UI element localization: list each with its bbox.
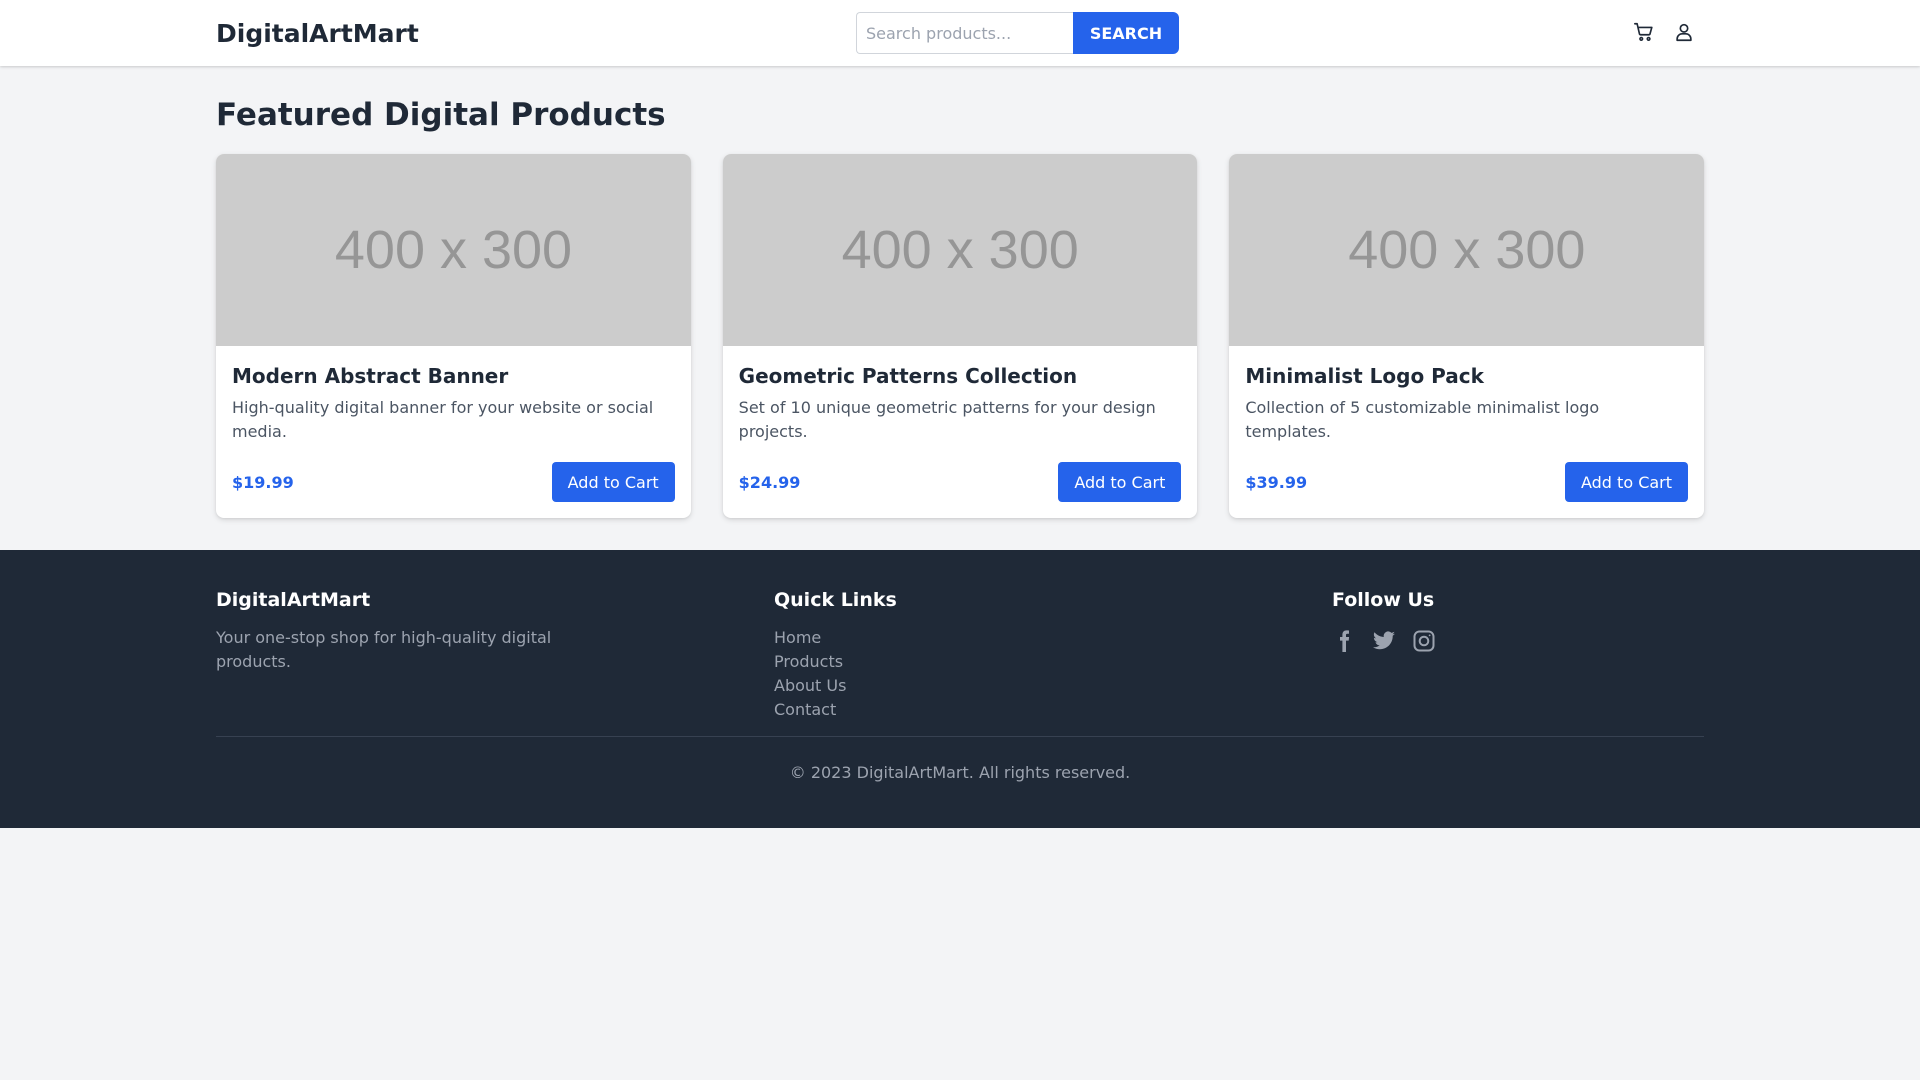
- product-card: 400 x 300 Modern Abstract Banner High-qu…: [216, 154, 691, 518]
- footer-link-products[interactable]: Products: [774, 652, 843, 671]
- cart-icon[interactable]: [1632, 20, 1656, 44]
- product-name: Geometric Patterns Collection: [738, 364, 1078, 388]
- product-name: Modern Abstract Banner: [232, 364, 509, 388]
- search-bar: SEARCH: [856, 12, 1179, 54]
- quick-links-list: Home Products About Us Contact: [774, 626, 1332, 722]
- product-image: 400 x 300: [1229, 154, 1705, 346]
- product-name: Minimalist Logo Pack: [1245, 364, 1484, 388]
- quick-links-title: Quick Links: [774, 589, 897, 611]
- site-footer: DigitalArtMart Your one-stop shop for hi…: [0, 550, 1920, 828]
- product-description: High-quality digital banner for your web…: [232, 398, 654, 441]
- footer-link-contact[interactable]: Contact: [774, 700, 836, 719]
- list-item: About Us: [774, 674, 1332, 698]
- product-description: Set of 10 unique geometric patterns for …: [738, 398, 1156, 441]
- product-image: 400 x 300: [216, 154, 691, 346]
- social-icons: [1332, 628, 1704, 654]
- add-to-cart-button[interactable]: Add to Cart: [1565, 462, 1689, 502]
- footer-divider: [216, 736, 1704, 737]
- product-grid: 400 x 300 Modern Abstract Banner High-qu…: [216, 154, 1705, 518]
- page-title: Featured Digital Products: [216, 97, 666, 133]
- user-icon[interactable]: [1672, 20, 1696, 44]
- card-footer: $19.99 Add to Cart: [232, 462, 675, 502]
- main-content: Featured Digital Products 400 x 300 Mode…: [216, 96, 1705, 518]
- footer-link-home[interactable]: Home: [774, 628, 821, 647]
- card-footer: $39.99 Add to Cart: [1245, 462, 1689, 502]
- twitter-icon[interactable]: [1372, 628, 1396, 654]
- instagram-icon[interactable]: [1412, 628, 1436, 654]
- product-image: 400 x 300: [722, 154, 1198, 346]
- header-actions: [1632, 20, 1704, 44]
- site-header: DigitalArtMart SEARCH: [0, 0, 1920, 66]
- footer-link-about-us[interactable]: About Us: [774, 676, 846, 695]
- product-price: $39.99: [1245, 472, 1308, 492]
- add-to-cart-button[interactable]: Add to Cart: [551, 462, 675, 502]
- product-card: 400 x 300 Geometric Patterns Collection …: [722, 154, 1198, 518]
- footer-brand-text: Your one-stop shop for high-quality digi…: [216, 628, 552, 671]
- facebook-icon[interactable]: [1332, 628, 1356, 654]
- site-logo[interactable]: DigitalArtMart: [216, 19, 419, 48]
- product-price: $19.99: [232, 472, 294, 492]
- follow-us-title: Follow Us: [1332, 589, 1435, 611]
- list-item: Products: [774, 650, 1332, 674]
- search-input[interactable]: [856, 12, 1073, 54]
- footer-columns: DigitalArtMart Your one-stop shop for hi…: [216, 586, 1704, 720]
- card-footer: $24.99 Add to Cart: [739, 462, 1182, 502]
- footer-follow: Follow Us: [1332, 586, 1704, 720]
- list-item: Contact: [774, 698, 1332, 722]
- product-description: Collection of 5 customizable minimalist …: [1245, 398, 1600, 441]
- search-button[interactable]: SEARCH: [1073, 12, 1179, 54]
- list-item: Home: [774, 626, 1332, 650]
- card-body: Modern Abstract Banner High-quality digi…: [216, 346, 691, 518]
- add-to-cart-button[interactable]: Add to Cart: [1058, 462, 1182, 502]
- copyright-text: © 2023 DigitalArtMart. All rights reserv…: [789, 763, 1131, 782]
- card-body: Geometric Patterns Collection Set of 10 …: [723, 346, 1198, 518]
- product-card: 400 x 300 Minimalist Logo Pack Collectio…: [1229, 154, 1705, 518]
- footer-container: DigitalArtMart Your one-stop shop for hi…: [216, 586, 1704, 782]
- product-price: $24.99: [738, 472, 801, 492]
- footer-brand: DigitalArtMart Your one-stop shop for hi…: [216, 586, 774, 720]
- header-container: DigitalArtMart SEARCH: [216, 0, 1704, 66]
- footer-quick-links: Quick Links Home Products About Us Conta…: [774, 586, 1332, 720]
- card-body: Minimalist Logo Pack Collection of 5 cus…: [1229, 346, 1704, 518]
- footer-brand-title: DigitalArtMart: [216, 589, 371, 611]
